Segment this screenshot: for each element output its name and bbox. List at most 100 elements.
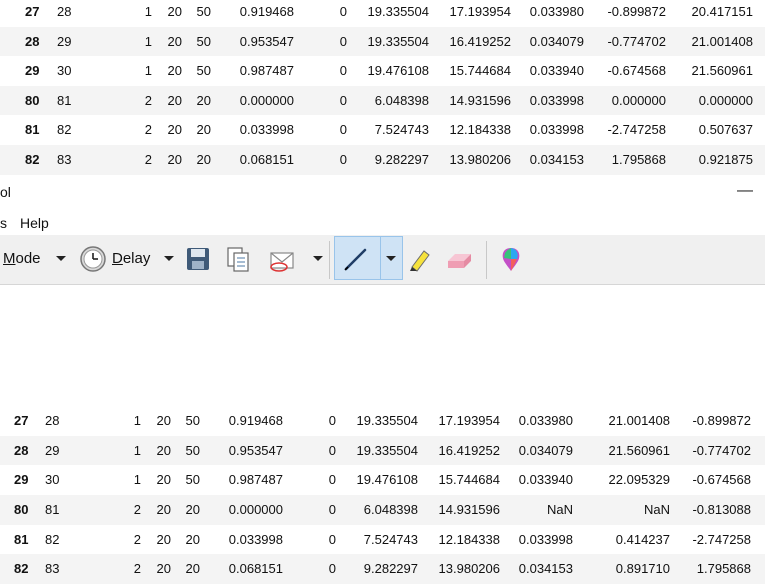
table-row: 82 83 2 20 20 0.068151 0 9.282297 13.980206 0.034… [0,554,765,584]
table-row: 81 82 2 20 20 0.033998 0 7.524743 12.184338 0.033… [0,525,765,555]
table-cell: -2.747258 [692,531,751,547]
send-dropdown-arrow-icon[interactable] [313,256,323,261]
table-cell: 28 [45,413,60,428]
table-cell: 0.033998 [228,531,283,547]
table-cell: 20 [156,413,171,428]
table-cell: 0.033998 [518,531,573,547]
table-cell: 0.034079 [529,33,584,49]
table-cell: 0.033980 [529,4,584,19]
table-cell: 20 [167,151,182,167]
table-cell: 9.282297 [374,151,429,167]
table-row: 28 29 1 20 50 0.953547 0 19.335504 16.419252 0.03… [0,435,765,466]
table-cell: 50 [185,413,200,428]
table-cell: -0.774702 [692,442,751,458]
table-cell: 28 [57,4,72,19]
table-cell: 2 [133,502,141,518]
eraser-icon[interactable] [445,245,473,273]
table-cell: 50 [196,4,211,19]
table-row: 80 81 2 20 20 0.000000 0 6.048398 14.931596 NaN Na… [0,495,765,525]
row-index: 81 [14,531,29,547]
table-cell: -0.774702 [607,33,666,49]
row-index: 27 [25,4,40,19]
table-cell: 14.931596 [438,502,500,518]
send-snip-icon[interactable] [269,245,297,273]
menu-bar: s Help [0,212,765,234]
paint3d-icon[interactable] [497,245,525,273]
bottom-dataframe-table: 27 28 1 20 50 0.919468 0 19.335504 17.193954 0.03… [0,406,765,584]
table-cell: 6.048398 [374,92,429,108]
table-cell: 81 [57,92,72,108]
table-cell: 19.335504 [367,33,429,49]
save-icon[interactable] [184,245,212,273]
table-cell: 15.744684 [449,63,511,79]
table-cell: 0.033998 [529,122,584,138]
table-cell: NaN [546,502,573,518]
snip-canvas-area[interactable] [0,285,765,406]
mode-button[interactable]: Mode [3,245,41,273]
menu-item-tools[interactable]: s [0,215,7,231]
table-cell: 1 [133,413,141,428]
table-cell: 0.068151 [239,151,294,167]
table-cell: 19.476108 [367,63,429,79]
table-cell: 16.419252 [449,33,511,49]
minimize-button[interactable]: — [725,177,765,205]
table-cell: 81 [45,502,60,518]
snipping-tool-window: ol — s Help Mode Delay [0,175,765,406]
table-cell: 29 [45,442,60,458]
delay-label: elay [122,250,151,267]
highlighter-icon[interactable] [406,245,434,273]
mode-label: ode [15,250,41,267]
table-cell: 12.184338 [449,122,511,138]
table-cell: 1.795868 [611,151,666,167]
table-cell: 13.980206 [449,151,511,167]
menu-item-help[interactable]: Help [20,215,49,231]
table-cell: 30 [57,63,72,79]
table-row: 27 28 1 20 50 0.919468 0 19.335504 17.193954 0.03… [0,0,765,27]
table-cell: 21.001408 [608,413,670,428]
table-cell: 0 [339,33,347,49]
pen-icon[interactable] [342,245,370,273]
table-row: 80 81 2 20 20 0.000000 0 6.048398 14.931596 0.033… [0,85,765,116]
table-cell: 1.795868 [696,561,751,577]
table-cell: 20 [156,502,171,518]
row-index: 29 [25,63,40,79]
row-index: 27 [14,413,29,428]
row-index: 28 [14,442,29,458]
table-row: 28 29 1 20 50 0.953547 0 19.335504 16.419252 0.03… [0,26,765,57]
table-row: 29 30 1 20 50 0.987487 0 19.476108 15.744684 0.03… [0,465,765,495]
table-cell: 0.987487 [228,472,283,488]
table-cell: 2 [133,561,141,577]
row-index: 81 [25,122,40,138]
delay-button[interactable]: Delay [112,245,150,273]
table-cell: 1 [133,442,141,458]
table-cell: -0.899872 [692,413,751,428]
table-cell: NaN [643,502,670,518]
table-cell: -0.674568 [607,63,666,79]
table-cell: 17.193954 [449,4,511,19]
row-index: 82 [25,151,40,167]
table-cell: 0.033998 [239,122,294,138]
table-cell: 0.034153 [529,151,584,167]
table-cell: 19.335504 [356,442,418,458]
row-index: 29 [14,472,29,488]
table-cell: 7.524743 [363,531,418,547]
table-cell: 0.033940 [518,472,573,488]
table-cell: 20 [156,472,171,488]
pen-dropdown-arrow-icon[interactable] [386,256,396,261]
table-cell: 9.282297 [363,561,418,577]
table-cell: 0.919468 [228,413,283,428]
row-index: 28 [25,33,40,49]
top-dataframe-table: 27 28 1 20 50 0.919468 0 19.335504 17.193954 0.03… [0,0,765,175]
table-cell: 0.068151 [228,561,283,577]
mode-dropdown-arrow-icon[interactable] [56,256,66,261]
copy-icon[interactable] [224,245,252,273]
table-cell: 21.560961 [691,63,753,79]
table-cell: 2 [144,122,152,138]
table-cell: 6.048398 [363,502,418,518]
delay-dropdown-arrow-icon[interactable] [164,256,174,261]
table-cell: 21.001408 [691,33,753,49]
clock-icon[interactable] [79,245,107,273]
table-cell: 0 [339,4,347,19]
table-cell: 20 [185,561,200,577]
table-cell: 82 [45,531,60,547]
